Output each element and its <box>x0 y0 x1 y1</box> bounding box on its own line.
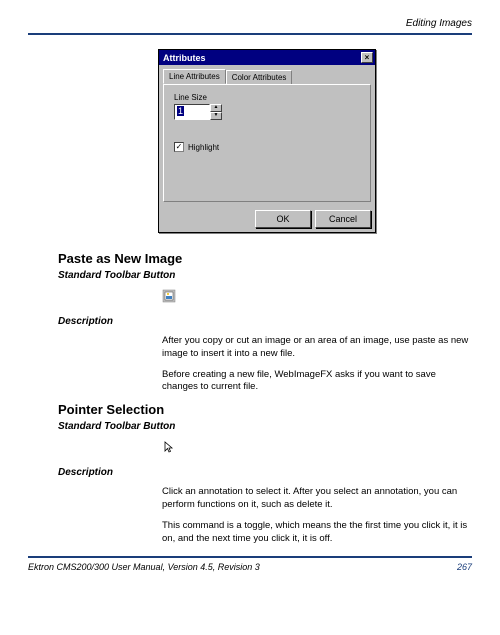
linesize-label: Line Size <box>174 93 360 102</box>
section-title-paste: Paste as New Image <box>58 251 472 266</box>
cancel-button[interactable]: Cancel <box>315 210 371 228</box>
body-paragraph: After you copy or cut an image or an are… <box>162 335 472 361</box>
linesize-input[interactable]: 1 <box>174 104 210 120</box>
tab-line-attributes[interactable]: Line Attributes <box>163 69 226 84</box>
paste-new-image-icon <box>162 289 176 303</box>
page-number: 267 <box>457 562 472 572</box>
ok-button[interactable]: OK <box>255 210 311 228</box>
description-label-2: Description <box>58 467 472 478</box>
body-paragraph: Before creating a new file, WebImageFX a… <box>162 369 472 395</box>
attributes-dialog: Attributes × Line Attributes Color Attri… <box>158 49 376 233</box>
highlight-label: Highlight <box>188 143 219 152</box>
dialog-titlebar: Attributes × <box>159 50 375 65</box>
tab-panel: Line Size 1 ▲ ▼ ✓ Highlight <box>163 84 371 202</box>
subsection-toolbar-2: Standard Toolbar Button <box>58 421 472 432</box>
footer-text: Ektron CMS200/300 User Manual, Version 4… <box>28 562 260 572</box>
page-header: Editing Images <box>28 18 472 29</box>
footer-rule <box>28 556 472 558</box>
spinner-up-icon[interactable]: ▲ <box>210 104 222 112</box>
pointer-icon <box>162 440 176 454</box>
close-icon[interactable]: × <box>361 52 373 63</box>
spinner-down-icon[interactable]: ▼ <box>210 112 222 120</box>
body-paragraph: Click an annotation to select it. After … <box>162 486 472 512</box>
tab-color-attributes[interactable]: Color Attributes <box>226 70 293 85</box>
linesize-spinner[interactable]: 1 ▲ ▼ <box>174 104 222 120</box>
section-title-pointer: Pointer Selection <box>58 402 472 417</box>
dialog-title: Attributes <box>163 53 206 63</box>
description-label-1: Description <box>58 316 472 327</box>
highlight-checkbox[interactable]: ✓ <box>174 142 184 152</box>
body-paragraph: This command is a toggle, which means th… <box>162 520 472 546</box>
dialog-tabs: Line Attributes Color Attributes <box>163 69 371 84</box>
page-footer: Ektron CMS200/300 User Manual, Version 4… <box>28 562 472 572</box>
header-rule <box>28 33 472 35</box>
subsection-toolbar-1: Standard Toolbar Button <box>58 270 472 281</box>
